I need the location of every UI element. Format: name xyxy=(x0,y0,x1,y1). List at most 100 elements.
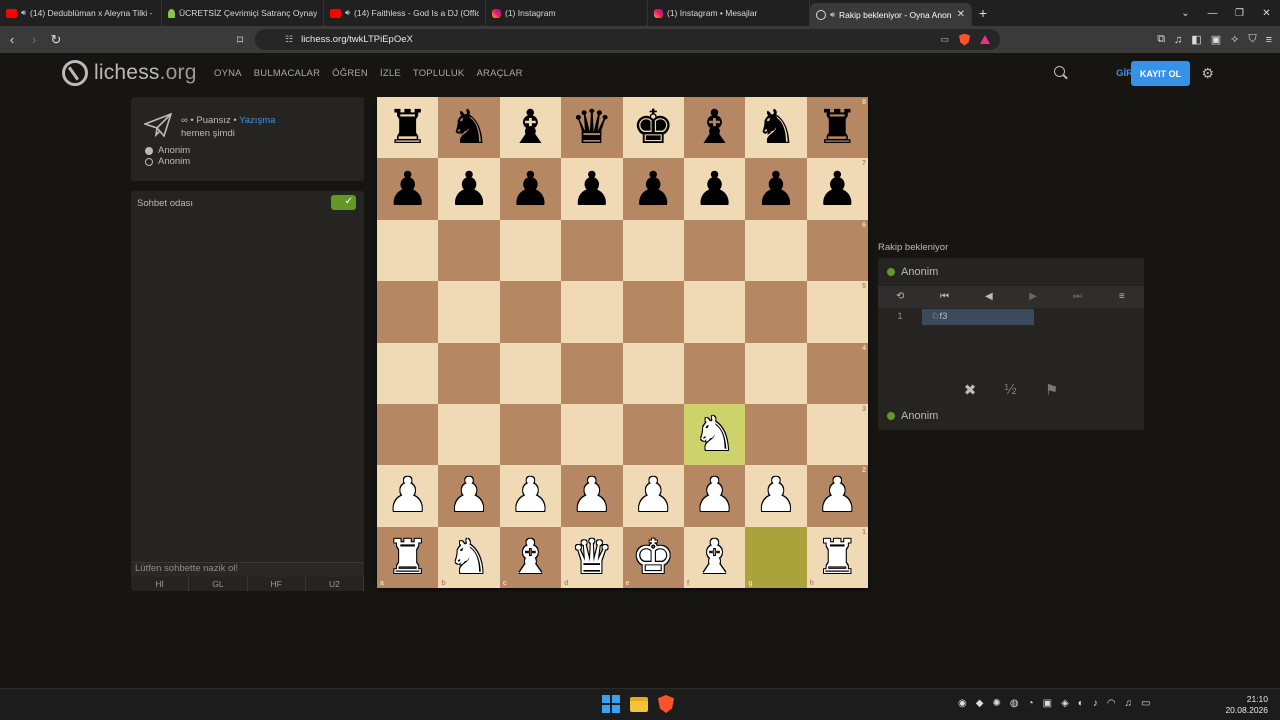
black-bishop-icon[interactable]: ♝ xyxy=(509,104,551,151)
forward-icon[interactable]: › xyxy=(24,32,44,47)
menu-icon[interactable]: ≡ xyxy=(1266,34,1272,46)
square-a2[interactable]: ♟ xyxy=(377,465,439,527)
extensions-icon[interactable]: ⧉ xyxy=(1157,33,1165,46)
gear-icon[interactable]: ⚙ xyxy=(1201,65,1214,82)
square-b7[interactable]: ♟ xyxy=(438,158,500,220)
square-f3[interactable]: ♞ xyxy=(683,403,746,466)
square-d4[interactable] xyxy=(561,342,623,404)
square-h5[interactable]: 5 xyxy=(806,281,868,343)
brave-rewards-icon[interactable] xyxy=(980,35,990,44)
square-a6[interactable] xyxy=(377,219,439,282)
speaker-icon[interactable]: 🔊︎ xyxy=(830,10,835,20)
square-g2[interactable]: ♟ xyxy=(745,465,807,527)
browser-tab[interactable]: 🔊︎ (14) Faithless - God Is a DJ (Official… xyxy=(324,0,486,26)
white-bishop-icon[interactable]: ♝ xyxy=(693,534,735,581)
square-e3[interactable] xyxy=(622,403,684,466)
reload-icon[interactable]: ↻ xyxy=(46,32,66,48)
tray-app-icon[interactable]: ✺ xyxy=(992,698,1000,709)
black-player-name[interactable]: Anonim xyxy=(158,156,190,167)
square-d6[interactable] xyxy=(561,219,623,282)
media-icon[interactable]: ♫ xyxy=(1174,34,1182,46)
square-e5[interactable] xyxy=(622,281,684,343)
nav-item[interactable]: OYNA xyxy=(214,68,242,79)
resign-flag-icon[interactable]: ⚑ xyxy=(1045,381,1058,399)
square-e7[interactable]: ♟ xyxy=(622,158,684,220)
square-b6[interactable] xyxy=(438,219,500,282)
black-pawn-icon[interactable]: ♟ xyxy=(693,166,735,213)
chat-toggle[interactable]: ✓ xyxy=(331,195,356,210)
white-pawn-icon[interactable]: ♟ xyxy=(509,472,551,519)
square-g3[interactable] xyxy=(745,403,807,466)
nvidia-icon[interactable]: ◆ xyxy=(976,698,984,709)
speaker-icon[interactable]: 🔊︎ xyxy=(21,8,26,18)
square-b3[interactable] xyxy=(438,403,500,466)
chat-preset-button[interactable]: HF xyxy=(248,577,306,591)
square-g6[interactable] xyxy=(745,219,807,282)
square-d7[interactable]: ♟ xyxy=(561,158,623,220)
abort-icon[interactable]: ✖ xyxy=(964,381,977,399)
square-h2[interactable]: ♟ 2 xyxy=(806,465,868,527)
white-bishop-icon[interactable]: ♝ xyxy=(509,534,551,581)
close-tab-icon[interactable]: ✕ xyxy=(955,9,965,20)
white-move[interactable]: ♘f3 xyxy=(922,309,1034,325)
square-g4[interactable] xyxy=(745,342,807,404)
black-knight-icon[interactable]: ♞ xyxy=(448,104,490,151)
white-pawn-icon[interactable]: ♟ xyxy=(448,472,490,519)
lichess-logo[interactable]: lichess.org xyxy=(62,60,197,86)
white-pawn-icon[interactable]: ♟ xyxy=(755,472,797,519)
white-pawn-icon[interactable]: ♟ xyxy=(571,472,613,519)
square-h4[interactable]: 4 xyxy=(806,342,868,404)
tray-app-icon[interactable]: ▣ xyxy=(1043,698,1052,709)
white-king-icon[interactable]: ♚ xyxy=(632,534,674,581)
square-a5[interactable] xyxy=(377,281,439,343)
square-f5[interactable] xyxy=(683,281,746,343)
square-g8[interactable]: ♞ xyxy=(745,97,807,159)
volume-icon[interactable]: ♫ xyxy=(1125,698,1133,709)
square-b1[interactable]: ♞ b xyxy=(438,526,500,588)
square-e2[interactable]: ♟ xyxy=(622,465,684,527)
player-name[interactable]: Anonim xyxy=(901,410,938,422)
new-tab-button[interactable]: + xyxy=(972,0,994,26)
black-rook-icon[interactable]: ♜ xyxy=(387,104,429,151)
square-c5[interactable] xyxy=(499,281,562,343)
white-player-name[interactable]: Anonim xyxy=(158,145,190,156)
brave-browser-icon[interactable] xyxy=(658,695,674,713)
tray-app-icon[interactable]: ◔ xyxy=(1028,698,1034,709)
prev-move-icon[interactable]: ◀ xyxy=(967,286,1011,308)
square-e6[interactable] xyxy=(622,219,684,282)
square-g1[interactable]: g xyxy=(745,526,807,588)
square-d8[interactable]: ♛ xyxy=(561,97,623,159)
white-rook-icon[interactable]: ♜ xyxy=(387,534,429,581)
square-c2[interactable]: ♟ xyxy=(499,465,562,527)
black-knight-icon[interactable]: ♞ xyxy=(755,104,797,151)
nav-item[interactable]: BULMACALAR xyxy=(254,68,320,79)
square-h3[interactable]: 3 xyxy=(806,403,868,466)
white-knight-icon[interactable]: ♞ xyxy=(448,534,490,581)
next-move-icon[interactable]: ▶ xyxy=(1011,286,1055,308)
chat-preset-button[interactable]: GL xyxy=(189,577,248,591)
square-a7[interactable]: ♟ xyxy=(377,158,439,220)
square-c3[interactable] xyxy=(499,403,562,466)
square-c6[interactable] xyxy=(499,219,562,282)
chat-preset-button[interactable]: U2 xyxy=(306,577,364,591)
square-e8[interactable]: ♚ xyxy=(622,97,684,159)
square-f2[interactable]: ♟ xyxy=(683,465,746,527)
black-pawn-icon[interactable]: ♟ xyxy=(448,166,490,213)
vpn-icon[interactable]: ⛉ xyxy=(1248,33,1256,46)
site-info-icon[interactable]: ☷ xyxy=(285,34,293,45)
square-h6[interactable]: 6 xyxy=(806,219,868,282)
nav-item[interactable]: İZLE xyxy=(380,68,401,79)
browser-tab[interactable]: ÜCRETSİZ Çevrimiçi Satranç Oynayın xyxy=(162,0,324,26)
square-b8[interactable]: ♞ xyxy=(438,97,500,159)
square-a3[interactable] xyxy=(377,403,439,466)
square-d2[interactable]: ♟ xyxy=(561,465,623,527)
signup-button[interactable]: KAYIT OL xyxy=(1131,61,1190,86)
bookmark-icon[interactable]: ⌑ xyxy=(237,33,243,47)
nav-item[interactable]: ARAÇLAR xyxy=(476,68,522,79)
browser-tab[interactable]: 🔊︎ Rakip bekleniyor - Oyna Anon ✕ xyxy=(810,3,972,26)
white-pawn-icon[interactable]: ♟ xyxy=(816,472,858,519)
black-pawn-icon[interactable]: ♟ xyxy=(632,166,674,213)
leo-icon[interactable]: ✧ xyxy=(1230,33,1239,46)
url-field[interactable]: ⌑ ☷ lichess.org/twkLTPiEpOeX ▭ xyxy=(237,29,1000,50)
minimize-button[interactable]: — xyxy=(1199,8,1226,19)
